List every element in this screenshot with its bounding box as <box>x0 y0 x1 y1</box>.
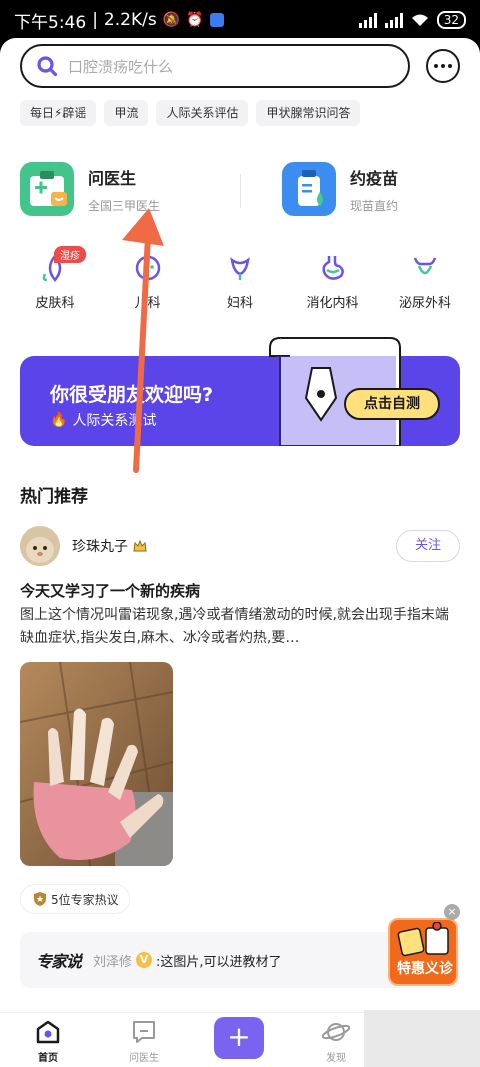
banner-title: 你很受朋友欢迎吗? <box>50 384 214 406</box>
network-speed: 2.2K/s <box>103 10 157 30</box>
shield-star-icon <box>34 892 46 906</box>
clipboard-icon <box>20 162 74 216</box>
expert-name: 刘泽修 <box>93 954 133 970</box>
vaccine-service[interactable]: 约疫苗 现苗直约 <box>282 162 398 216</box>
tab-ask-doctor[interactable]: 问医生 <box>104 1019 184 1064</box>
dept-label: 皮肤科 <box>35 296 75 311</box>
close-icon[interactable]: × <box>444 904 460 920</box>
signal-icon <box>358 12 377 28</box>
dot-icon <box>448 64 452 68</box>
tab-label: 发现 <box>326 1053 346 1064</box>
message-button[interactable] <box>426 49 460 83</box>
service-divider <box>240 174 241 208</box>
chip-thyroid[interactable]: 甲状腺常识问答 <box>256 100 361 126</box>
search-icon <box>37 56 58 77</box>
dept-urology[interactable]: 泌尿外科 <box>390 252 460 311</box>
banner-subtitle: 🔥 人际关系测试 <box>50 410 156 430</box>
tab-label: 首页 <box>38 1053 58 1064</box>
dept-label: 儿科 <box>134 296 161 311</box>
expert-says-logo: 专家说 <box>36 952 82 971</box>
vaccine-icon <box>282 162 336 216</box>
phone-screen: 下午5:46 | 2.2K/s 🔕 ⏰ 32 口腔溃疡吃什么 每日⚡辟谣 甲流 … <box>0 0 480 1067</box>
expert-count: 5位专家热议 <box>51 892 119 907</box>
ask-doctor-service[interactable]: 问医生 全国三甲医生 <box>20 162 160 216</box>
dept-gynecology[interactable]: 妇科 <box>205 252 275 311</box>
chip-rumor[interactable]: 每日⚡辟谣 <box>20 100 97 126</box>
status-divider: | <box>92 10 98 30</box>
hot-topics: 每日⚡辟谣 甲流 人际关系评估 甲状腺常识问答 <box>20 100 361 126</box>
home-icon <box>36 1020 60 1044</box>
eczema-badge: 湿疹 <box>54 246 86 263</box>
planet-icon <box>321 1023 351 1041</box>
banner-subtitle-text: 人际关系测试 <box>72 413 157 429</box>
section-title: 热门推荐 <box>20 487 88 507</box>
search-bar[interactable]: 口腔溃疡吃什么 <box>20 44 410 88</box>
post-body[interactable]: 图上这个情况叫雷诺现象,遇冷或者情绪激动的时候,就会出现手指末端缺血症状,指尖发… <box>20 604 460 650</box>
tab-label: 问医生 <box>129 1053 159 1064</box>
expert-comment-text: :这图片,可以进教材了 <box>156 954 282 970</box>
tab-home[interactable]: 首页 <box>8 1019 88 1064</box>
self-test-button[interactable]: 点击自测 <box>344 388 440 420</box>
uterus-icon <box>230 257 250 280</box>
fire-icon: 🔥 <box>50 412 68 428</box>
chat-bubble-icon <box>133 1021 155 1043</box>
dept-label: 消化内科 <box>306 296 359 311</box>
expert-discussion-pill[interactable]: 5位专家热议 <box>20 884 130 914</box>
dot-icon <box>441 64 445 68</box>
dot-icon <box>434 64 438 68</box>
promo-label: 特惠义诊 <box>397 961 453 977</box>
crown-badge-icon <box>133 539 147 552</box>
department-grid: 湿疹 皮肤科 儿科 妇科 消化内科 泌尿外科 <box>20 246 460 311</box>
mute-icon: 🔕 <box>162 12 181 28</box>
chip-relationship[interactable]: 人际关系评估 <box>156 100 249 126</box>
dept-dermatology[interactable]: 湿疹 皮肤科 <box>20 246 90 311</box>
verified-icon: V <box>136 952 153 968</box>
author-name[interactable]: 珍珠丸子 <box>72 536 128 556</box>
ask-doctor-title: 问医生 <box>88 168 137 188</box>
wifi-icon <box>411 14 428 26</box>
search-placeholder: 口腔溃疡吃什么 <box>68 57 174 76</box>
scroll-pen-illustration <box>269 337 401 446</box>
vaccine-subtitle: 现苗直约 <box>350 198 399 213</box>
chip-flu[interactable]: 甲流 <box>104 100 149 126</box>
dept-pediatrics[interactable]: 儿科 <box>113 252 183 311</box>
avatar[interactable] <box>20 526 60 566</box>
dept-gastroenterology[interactable]: 消化内科 <box>298 252 368 311</box>
bladder-icon <box>413 257 437 275</box>
battery-indicator: 32 <box>436 11 466 29</box>
create-post-button[interactable]: + <box>214 1017 264 1059</box>
promo-badge: 特惠义诊 <box>388 918 458 986</box>
status-time: 下午5:46 <box>14 12 87 33</box>
status-bar: 下午5:46 | 2.2K/s 🔕 ⏰ 32 <box>0 0 480 40</box>
screenshot-corner-overlay <box>364 1010 480 1067</box>
alarm-icon: ⏰ <box>186 12 204 28</box>
baby-icon <box>135 255 160 281</box>
free-consult-promo[interactable]: 特惠义诊 × <box>388 904 460 986</box>
dept-label: 泌尿外科 <box>398 296 451 311</box>
post-title[interactable]: 今天又学习了一个新的疾病 <box>20 580 200 601</box>
stomach-icon <box>321 256 344 280</box>
app-content: 口腔溃疡吃什么 每日⚡辟谣 甲流 人际关系评估 甲状腺常识问答 问医生 全国三甲… <box>0 38 480 1067</box>
follow-button[interactable]: 关注 <box>396 530 460 562</box>
gift-illustration-icon <box>397 922 449 957</box>
signal-2-icon <box>384 12 403 28</box>
vaccine-title: 约疫苗 <box>350 168 399 188</box>
ask-doctor-subtitle: 全国三甲医生 <box>88 198 161 213</box>
dept-label: 妇科 <box>226 296 253 311</box>
relationship-test-banner[interactable]: 你很受朋友欢迎吗? 🔥 人际关系测试 点击自测 <box>20 337 460 446</box>
post-header: 珍珠丸子 关注 <box>20 526 460 566</box>
post-image[interactable] <box>20 662 173 866</box>
app-notification-icon <box>209 13 224 27</box>
